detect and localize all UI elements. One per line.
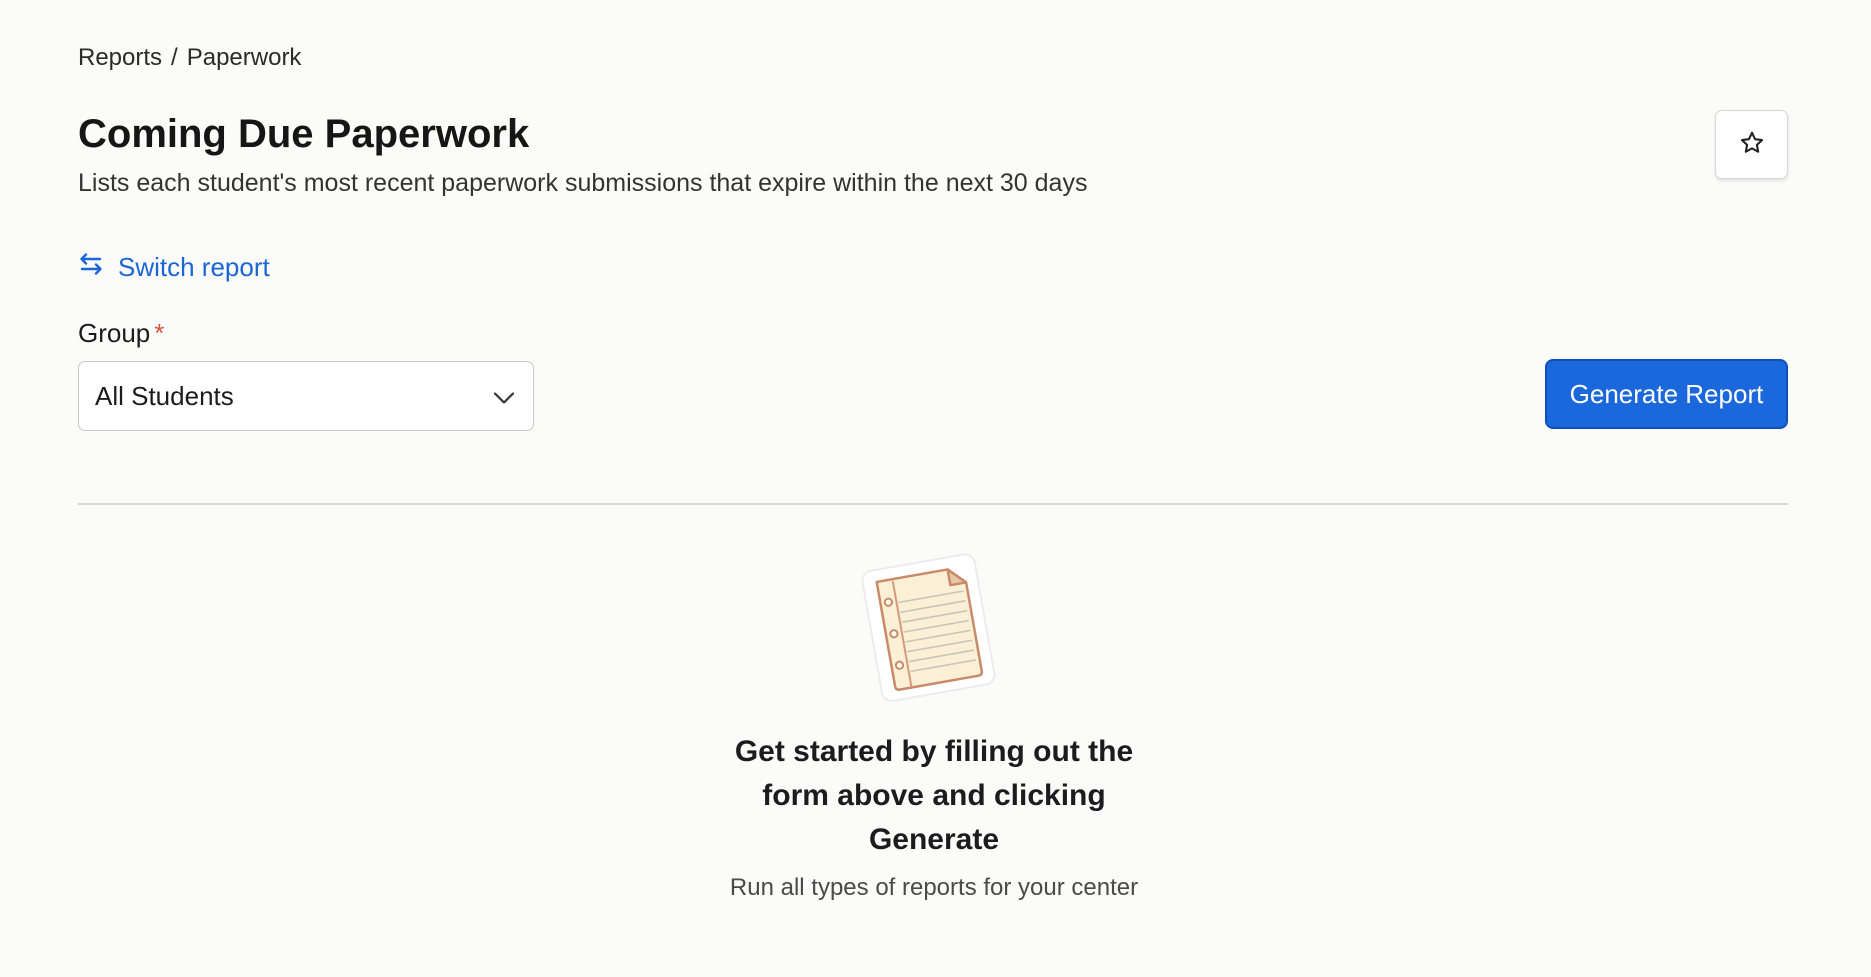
switch-report-label: Switch report	[118, 252, 270, 282]
required-marker: *	[154, 318, 165, 348]
report-page: Reports / Paperwork Coming Due Paperwork…	[0, 0, 1871, 977]
breadcrumb-reports-link[interactable]: Reports	[78, 44, 162, 72]
group-select-value: All Students	[95, 380, 234, 411]
chevron-down-icon	[493, 381, 515, 412]
group-select[interactable]: All Students	[78, 361, 534, 431]
notepad-illustration	[857, 545, 1007, 705]
favorite-button[interactable]	[1715, 110, 1788, 179]
group-field-label: Group *	[78, 318, 164, 349]
breadcrumb: Reports / Paperwork	[78, 44, 301, 72]
switch-report-link[interactable]: Switch report	[78, 252, 270, 283]
section-divider	[78, 503, 1788, 505]
page-description: Lists each student's most recent paperwo…	[78, 169, 1088, 197]
page-title: Coming Due Paperwork	[78, 112, 530, 156]
empty-state-subtitle: Run all types of reports for your center	[729, 874, 1139, 901]
swap-arrows-icon	[78, 252, 104, 283]
generate-report-button[interactable]: Generate Report	[1545, 359, 1788, 429]
breadcrumb-separator: /	[171, 44, 178, 71]
group-label-text: Group	[78, 318, 151, 348]
breadcrumb-current: Paperwork	[186, 44, 302, 71]
empty-state-title: Get started by filling out the form abov…	[734, 735, 1134, 856]
star-icon	[1738, 129, 1766, 160]
